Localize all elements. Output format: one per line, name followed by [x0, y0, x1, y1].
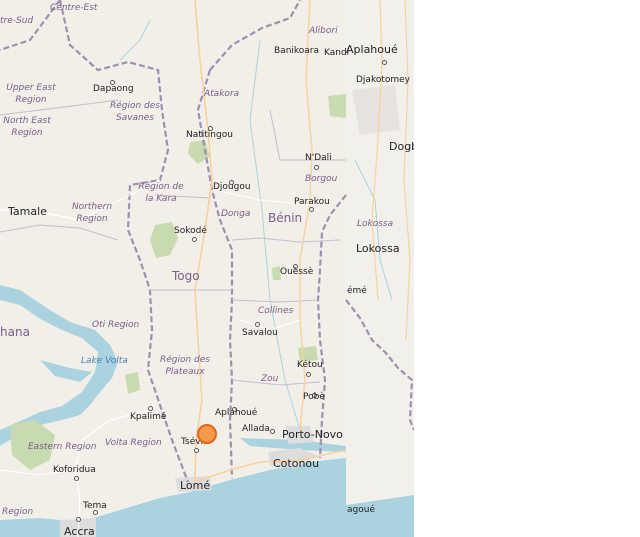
map-label: Upper East Region — [6, 83, 56, 105]
map-label: Volta Region — [105, 438, 162, 448]
map-tiles — [0, 0, 414, 537]
map-label: Eastern Region — [28, 442, 97, 452]
map-label: Région de la Kara — [138, 182, 184, 204]
map-label: Accra — [64, 525, 95, 537]
map-label: Centre-Est — [50, 3, 98, 13]
map-label: Oti Region — [92, 320, 140, 330]
map-label: Koforidua — [53, 465, 96, 475]
map-label: Collines — [258, 306, 294, 316]
map-label: Donga — [221, 209, 251, 219]
map-label: hana — [0, 325, 30, 339]
map-label: tre-Sud — [0, 16, 34, 26]
map-label: Borgou — [305, 174, 338, 184]
town-dot — [382, 60, 387, 65]
map-label: Zou — [261, 374, 279, 384]
map-label: Lake Volta — [81, 356, 128, 366]
map-label: Natitingou — [186, 130, 233, 140]
location-marker[interactable] — [197, 424, 217, 444]
map-label: Savalou — [242, 328, 278, 338]
map-label: Cotonou — [273, 457, 320, 470]
map-label: Pobè — [303, 392, 325, 402]
map-label: Sokodé — [174, 226, 207, 236]
town-dot — [194, 448, 199, 453]
map-label: Kpalimé — [130, 412, 167, 422]
map-label: Dapaong — [93, 84, 134, 94]
map-label: Tema — [83, 501, 107, 511]
map-label: Région des Plateaux — [159, 355, 210, 377]
map-label: Région des Savanes — [109, 101, 160, 123]
town-dot — [76, 517, 81, 522]
map-label: Allada — [242, 424, 270, 434]
town-dot — [148, 406, 153, 411]
map-label: Djougou — [213, 182, 251, 192]
map-label: Aplahoué — [346, 43, 398, 56]
map-label: Kétou — [297, 360, 323, 370]
map-label: agoué — [347, 505, 375, 515]
map-label: Parakou — [294, 197, 330, 207]
map-label: Ouèssè — [280, 267, 314, 277]
map-label: Lokossa — [356, 242, 400, 255]
map-label: Region — [2, 507, 34, 517]
map-label: North East Region — [3, 116, 51, 138]
map-label: Djakotomey — [356, 75, 411, 85]
map-label: Dogb — [389, 140, 414, 153]
map-label: Northern Region — [71, 202, 113, 224]
town-dot — [255, 322, 260, 327]
map-label: Bénin — [268, 211, 303, 225]
town-dot — [74, 476, 79, 481]
map-label: Lokossa — [357, 219, 394, 229]
map-label: Banikoara — [274, 46, 320, 56]
town-dot — [314, 165, 319, 170]
map-label: Lomé — [180, 479, 211, 492]
map-view[interactable]: Centre-Est tre-Sud Alibori Banikoara Kan… — [0, 0, 414, 537]
map-label: Tamale — [8, 205, 47, 218]
town-dot — [192, 237, 197, 242]
map-label: Alibori — [309, 26, 338, 36]
town-dot — [306, 372, 311, 377]
map-label: Togo — [172, 269, 200, 283]
map-label: émé — [347, 286, 367, 296]
town-dot — [270, 429, 275, 434]
town-dot — [309, 207, 314, 212]
map-label: Aplahoué — [215, 408, 258, 418]
map-label: Atakora — [204, 89, 240, 99]
map-label: N'Dali — [305, 153, 332, 163]
map-label: Porto-Novo — [282, 428, 343, 441]
